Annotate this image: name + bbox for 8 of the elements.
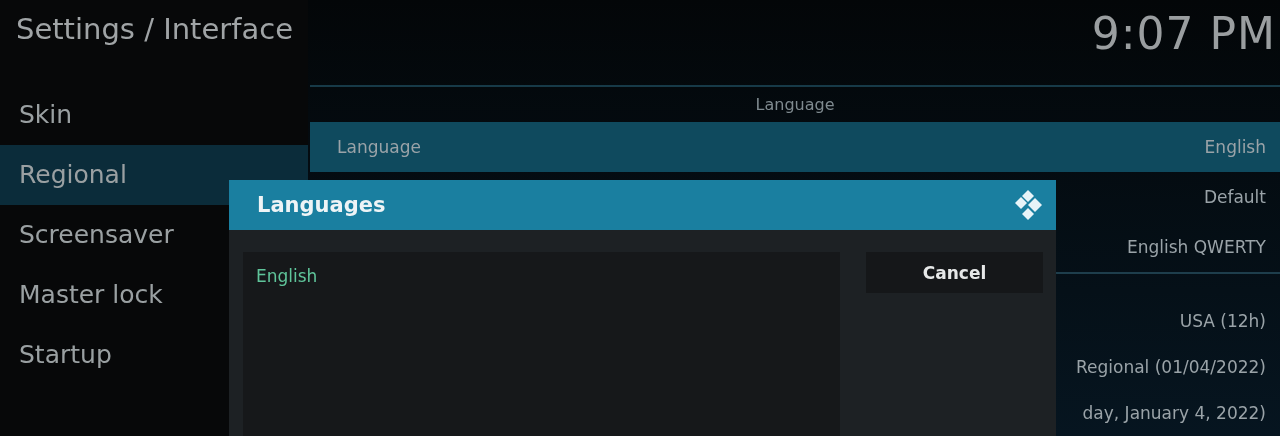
setting-value: day, January 4, 2022)	[1082, 403, 1266, 423]
setting-value: Regional (01/04/2022)	[1076, 357, 1266, 377]
clock: 9:07 PM	[1091, 7, 1277, 61]
setting-value: English	[1204, 137, 1266, 157]
page-title: Settings / Interface	[0, 0, 308, 85]
section-heading: Language	[755, 95, 835, 114]
setting-label: Language	[337, 137, 422, 157]
setting-value: USA (12h)	[1179, 311, 1266, 331]
